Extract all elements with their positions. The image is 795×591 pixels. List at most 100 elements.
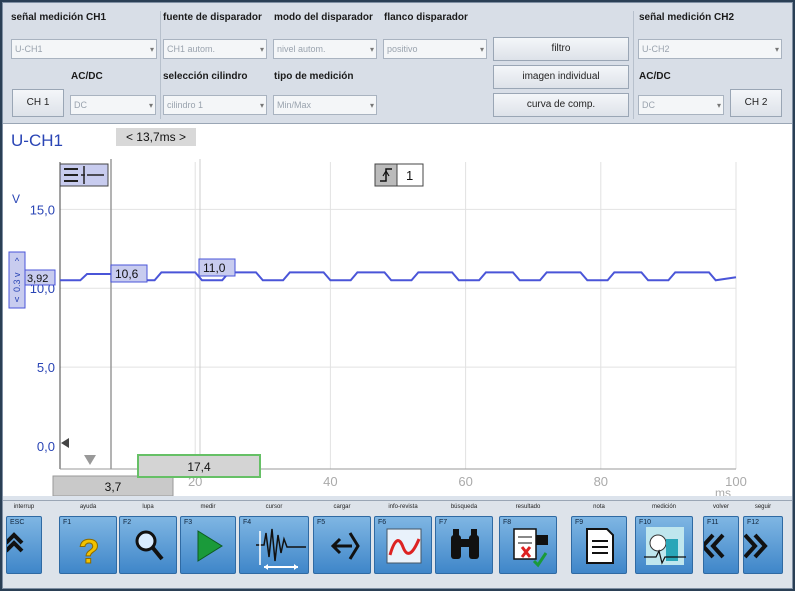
settings-panel: señal medición CH1 U-CH1 ▾ AC/DC CH 1 DC ▾… bbox=[3, 3, 792, 124]
toolbar-button-nota[interactable]: F9 bbox=[571, 516, 627, 574]
ch1-button[interactable]: CH 1 bbox=[12, 89, 64, 117]
toolbar-caption: búsqueda bbox=[450, 504, 478, 510]
toolbar-button-volver[interactable]: F11 bbox=[703, 516, 739, 574]
toolbar-caption: seguir bbox=[754, 504, 772, 510]
trigger-channel-label: 1 bbox=[406, 168, 413, 183]
y-tick-label: 0,0 bbox=[37, 439, 55, 454]
chevron-down-icon: ▾ bbox=[259, 45, 264, 54]
trigger-source-select[interactable]: CH1 autom. ▾ bbox=[163, 39, 267, 59]
ch1-signal-value: U-CH1 bbox=[15, 44, 43, 54]
tick-labels: 15,010,05,00,020 40 60 80 100 bbox=[30, 202, 747, 489]
trigger-edge-label: flanco disparador bbox=[384, 12, 468, 23]
toolbar-caption: lupa bbox=[142, 504, 154, 510]
toolbar-button-info-revista[interactable]: F6 bbox=[374, 516, 432, 574]
function-key-toolbar: interrup ESC ayuda F1? lupa F2 medir F3 cursor F4… bbox=[3, 500, 792, 588]
meas-type-select[interactable]: Min/Max ▾ bbox=[273, 95, 377, 115]
delta-time-box: 17,4 bbox=[137, 454, 261, 478]
toolbar-caption: info-revista bbox=[388, 504, 418, 510]
cursor-a-label: 10,6 bbox=[110, 264, 148, 283]
y-tick-label: 5,0 bbox=[37, 360, 55, 375]
toolbar-button-lupa[interactable]: F2 bbox=[119, 516, 177, 574]
chevron-down-icon: ▾ bbox=[148, 101, 153, 110]
cylinder-value: cilindro 1 bbox=[167, 100, 204, 110]
offset-down-arrow: v bbox=[15, 294, 20, 304]
toolbar-button-interrup[interactable]: ESC bbox=[6, 516, 42, 574]
x-unit-label: ms bbox=[715, 486, 731, 496]
horizontal-zoom-icon bbox=[59, 163, 109, 187]
ch2-signal-select[interactable]: U-CH2 ▾ bbox=[638, 39, 782, 59]
chevron-down-icon: ▾ bbox=[716, 101, 721, 110]
offset-value: 3,92 bbox=[27, 273, 48, 285]
toolbar-caption: interrup bbox=[13, 504, 35, 510]
toolbar-caption: ayuda bbox=[79, 504, 97, 510]
series-line-u-ch1 bbox=[60, 271, 737, 282]
ch2-acdc-value: DC bbox=[642, 100, 655, 110]
ch1-acdc-value: DC bbox=[74, 100, 87, 110]
ch1-acdc-select[interactable]: DC ▾ bbox=[70, 95, 156, 115]
x-tick-label: 80 bbox=[594, 474, 608, 489]
x-tick-label: 60 bbox=[458, 474, 472, 489]
ch2-signal-value: U-CH2 bbox=[642, 44, 670, 54]
app-window: señal medición CH1 U-CH1 ▾ AC/DC CH 1 DC ▾… bbox=[2, 2, 793, 589]
panel-divider bbox=[160, 11, 161, 119]
trigger-edge-value: positivo bbox=[387, 44, 418, 54]
cursor-time-box: 3,7 bbox=[52, 475, 174, 496]
chevron-down-icon: ▾ bbox=[774, 45, 779, 54]
chevron-down-icon: ▾ bbox=[259, 101, 264, 110]
single-image-button[interactable]: imagen individual bbox=[493, 65, 629, 89]
meas-type-label: tipo de medición bbox=[274, 71, 354, 82]
zero-level-marker bbox=[61, 438, 69, 448]
toolbar-button-medir[interactable]: F3 bbox=[180, 516, 236, 574]
toolbar-button-medici-n[interactable]: F10 bbox=[635, 516, 693, 574]
toolbar-button-ayuda[interactable]: F1? bbox=[59, 516, 117, 574]
ch2-button[interactable]: CH 2 bbox=[730, 89, 782, 117]
chevron-down-icon: ▾ bbox=[369, 101, 374, 110]
meas-type-value: Min/Max bbox=[277, 100, 312, 110]
cursor-b-label: 11,0 bbox=[198, 258, 236, 277]
toolbar-button-cargar[interactable]: F5 bbox=[313, 516, 371, 574]
cursor-b-value: 11,0 bbox=[203, 261, 226, 275]
chevron-down-icon: ▾ bbox=[479, 45, 484, 54]
chevron-down-icon: ▾ bbox=[369, 45, 374, 54]
ch1-signal-label: señal medición CH1 bbox=[11, 12, 107, 23]
trigger-source-value: CH1 autom. bbox=[167, 44, 216, 54]
offset-marker: ^ v 0.3 v 3,92 bbox=[8, 251, 56, 309]
cursor-triangle-icon bbox=[84, 455, 96, 465]
trigger-source-label: fuente de disparador bbox=[163, 12, 262, 23]
toolbar-caption: resultado bbox=[515, 504, 541, 510]
toolbar-caption: cursor bbox=[265, 504, 283, 510]
toolbar-caption: nota bbox=[593, 504, 605, 510]
delta-time-value: 17,4 bbox=[187, 460, 211, 474]
toolbar-button-resultado[interactable]: F8 bbox=[499, 516, 557, 574]
x-tick-label: 40 bbox=[323, 474, 337, 489]
cylinder-label: selección cilindro bbox=[163, 71, 248, 82]
waveform-chart[interactable]: 15,010,05,00,020406080100 V ms 1 ^ v bbox=[3, 124, 792, 496]
toolbar-button-b-squeda[interactable]: F7 bbox=[435, 516, 493, 574]
filter-button[interactable]: filtro bbox=[493, 37, 629, 61]
offset-scale: 0.3 v bbox=[12, 272, 22, 292]
trigger-mode-value: nivel autom. bbox=[277, 44, 326, 54]
toolbar-caption: medir bbox=[200, 504, 216, 510]
trigger-mode-label: modo del disparador bbox=[274, 12, 373, 23]
comp-curve-button[interactable]: curva de comp. bbox=[493, 93, 629, 117]
toolbar-caption: medición bbox=[651, 504, 676, 510]
svg-text:?: ? bbox=[79, 533, 100, 571]
cursor-time-value: 3,7 bbox=[105, 480, 122, 494]
chevron-down-icon: ▾ bbox=[149, 45, 154, 54]
cursor-a-value: 10,6 bbox=[115, 267, 139, 281]
trigger-marker: 1 bbox=[374, 163, 424, 187]
toolbar-button-cursor[interactable]: F4 bbox=[239, 516, 309, 574]
toolbar-caption: cargar bbox=[333, 504, 351, 510]
chart-grid bbox=[60, 162, 737, 469]
trigger-mode-select[interactable]: nivel autom. ▾ bbox=[273, 39, 377, 59]
toolbar-button-seguir[interactable]: F12 bbox=[743, 516, 783, 574]
ch1-acdc-label: AC/DC bbox=[71, 71, 103, 82]
y-unit-label: V bbox=[12, 192, 20, 206]
panel-divider bbox=[633, 11, 634, 119]
y-tick-label: 15,0 bbox=[30, 202, 55, 217]
ch2-acdc-select[interactable]: DC ▾ bbox=[638, 95, 724, 115]
chart-axes bbox=[59, 162, 736, 470]
trigger-edge-select[interactable]: positivo ▾ bbox=[383, 39, 487, 59]
cylinder-select[interactable]: cilindro 1 ▾ bbox=[163, 95, 267, 115]
ch1-signal-select[interactable]: U-CH1 ▾ bbox=[11, 39, 157, 59]
